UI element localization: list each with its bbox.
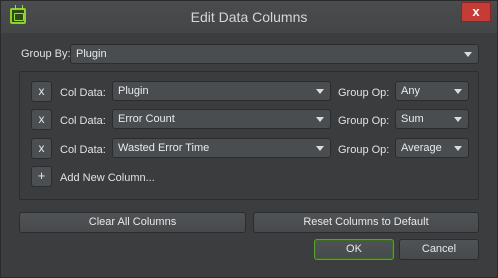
clear-all-columns-button[interactable]: Clear All Columns [19,212,246,233]
group-by-label: Group By: [21,48,71,60]
add-column-label[interactable]: Add New Column... [60,172,155,184]
group-op-label: Group Op: [338,144,390,156]
chevron-down-icon [464,52,472,57]
col-data-value: Error Count [118,113,175,125]
col-data-select[interactable]: Plugin [112,81,331,101]
col-data-label: Col Data: [60,115,106,127]
chevron-down-icon [316,89,324,94]
col-data-select[interactable]: Wasted Error Time [112,138,331,158]
cancel-button[interactable]: Cancel [399,239,479,260]
ok-button[interactable]: OK [314,239,394,260]
chevron-down-icon [454,117,462,122]
remove-column-button[interactable]: x [31,109,52,130]
chevron-down-icon [454,146,462,151]
group-op-value: Any [401,85,420,97]
window-title: Edit Data Columns [190,9,308,25]
group-op-label: Group Op: [338,87,390,99]
group-by-value: Plugin [76,48,107,60]
col-data-label: Col Data: [60,144,106,156]
edit-data-columns-dialog: Edit Data Columns x Group By: Plugin x C… [0,0,498,278]
chevron-down-icon [454,89,462,94]
group-op-select[interactable]: Any [395,81,469,101]
col-data-select[interactable]: Error Count [112,109,331,129]
group-op-label: Group Op: [338,115,390,127]
add-column-button[interactable]: + [31,166,52,187]
chevron-down-icon [316,146,324,151]
group-op-value: Average [401,142,442,154]
col-data-value: Wasted Error Time [118,142,210,154]
reset-columns-button[interactable]: Reset Columns to Default [253,212,479,233]
remove-column-button[interactable]: x [31,138,52,159]
chevron-down-icon [316,117,324,122]
group-op-select[interactable]: Sum [395,109,469,129]
group-op-select[interactable]: Average [395,138,469,158]
close-button[interactable]: x [461,2,491,22]
title-bar[interactable]: Edit Data Columns x [1,1,497,33]
col-data-label: Col Data: [60,87,106,99]
col-data-value: Plugin [118,85,149,97]
group-op-value: Sum [401,113,424,125]
remove-column-button[interactable]: x [31,81,52,102]
group-by-select[interactable]: Plugin [70,44,479,64]
